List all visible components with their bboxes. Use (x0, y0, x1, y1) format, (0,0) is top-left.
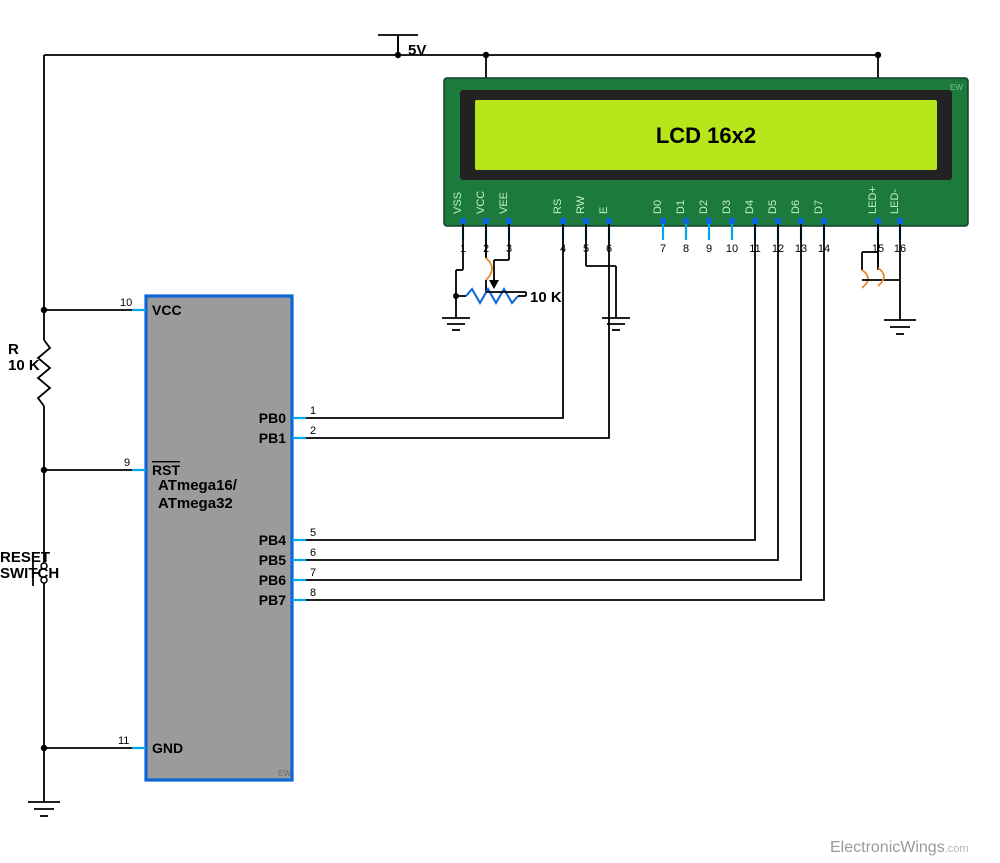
ground-left-icon (28, 802, 60, 816)
lcd-pin-d0: D0 (652, 200, 664, 214)
svg-text:9: 9 (706, 243, 712, 255)
ground-lcd-vss-icon (442, 318, 470, 330)
lcd-title: LCD 16x2 (656, 123, 756, 148)
wire-pb6 (306, 232, 801, 580)
svg-text:8: 8 (683, 243, 689, 255)
svg-text:ATmega32: ATmega32 (158, 495, 233, 512)
data-lines (306, 232, 824, 600)
svg-text:2: 2 (310, 425, 316, 437)
lcd-pin-d3: D3 (721, 200, 733, 214)
contrast-pot: 10 K (456, 232, 562, 306)
svg-text:7: 7 (310, 567, 316, 579)
lcd-pin-rs: RS (552, 199, 564, 214)
wire-pb0 (306, 232, 563, 418)
lcd-pin-d1: D1 (675, 200, 687, 214)
svg-text:10: 10 (120, 297, 132, 309)
left-power-column: R 10 K RESET SWITCH (0, 307, 132, 816)
lcd-pin-led+: LED+ (867, 186, 879, 214)
svg-text:R: R (8, 341, 19, 358)
credit: ElectronicWings.com (830, 839, 969, 856)
svg-text:6: 6 (310, 547, 316, 559)
lcd-pin-vss: VSS (452, 192, 464, 214)
reset-label-1: RESET (0, 549, 50, 566)
mcu-pin-pb6: PB6 (259, 572, 286, 588)
svg-text:10 K: 10 K (8, 357, 40, 374)
mcu-pin-pb7: PB7 (259, 592, 286, 608)
mcu-pin-pb0: PB0 (259, 410, 286, 426)
lcd-pin-d6: D6 (790, 200, 802, 214)
lcd-pin-d4: D4 (744, 200, 756, 214)
svg-text:8: 8 (310, 587, 316, 599)
lcd-pin-d7: D7 (813, 200, 825, 214)
lcd-pin-rw: RW (575, 195, 587, 214)
lcd-pin-vcc: VCC (475, 191, 487, 214)
svg-text:ATmega16/: ATmega16/ (158, 477, 238, 494)
mcu-pin-pb4: PB4 (259, 532, 286, 548)
lcd-pin-vee: VEE (498, 192, 510, 214)
svg-text:10: 10 (726, 243, 738, 255)
wire-pb5 (306, 232, 778, 560)
svg-text:EW: EW (278, 769, 291, 778)
supply-label: 5V (408, 42, 426, 59)
svg-text:5: 5 (310, 527, 316, 539)
svg-text:9: 9 (124, 457, 130, 469)
svg-text:11: 11 (118, 735, 129, 747)
mcu-pin-pb1: PB1 (259, 430, 286, 446)
mcu-pin-pb5: PB5 (259, 552, 286, 568)
svg-text:7: 7 (660, 243, 666, 255)
wire-pb4 (306, 232, 755, 540)
lcd-pin-led-: LED- (889, 189, 901, 214)
ground-rw-icon (602, 318, 630, 330)
svg-text:VCC: VCC (152, 302, 182, 318)
svg-text:EW: EW (950, 83, 963, 92)
lcd-pin-e: E (598, 207, 610, 214)
lcd-pin-d5: D5 (767, 200, 779, 214)
wire-pb7 (306, 232, 824, 600)
svg-text:1: 1 (310, 405, 316, 417)
svg-text:GND: GND (152, 740, 183, 756)
reset-label-2: SWITCH (0, 565, 59, 582)
svg-text:10 K: 10 K (530, 289, 562, 306)
lcd-pin-d2: D2 (698, 200, 710, 214)
svg-text:RST: RST (152, 462, 180, 478)
ground-led-icon (884, 320, 916, 334)
